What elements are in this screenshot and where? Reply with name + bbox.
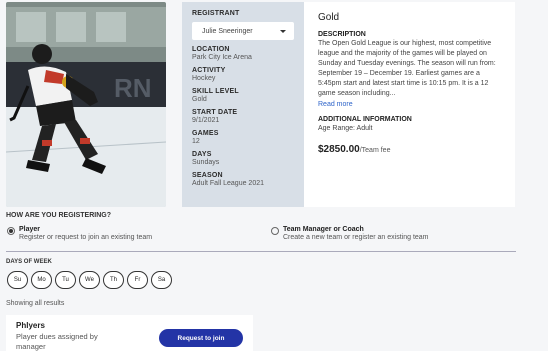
player-option[interactable]: Player Register or request to join an ex…	[7, 226, 152, 241]
manager-option[interactable]: Team Manager or Coach Create a new team …	[271, 226, 429, 241]
days-field: DAYS Sundays	[192, 151, 294, 166]
chevron-down-icon	[280, 29, 286, 33]
registrant-label: REGISTRANT	[192, 10, 240, 17]
price-amount: $2850.00	[318, 144, 360, 155]
manager-option-subtitle: Create a new team or register an existin…	[283, 234, 429, 241]
request-to-join-button[interactable]: Request to join	[159, 329, 243, 347]
days-of-week-filter: Su Mo Tu We Th Fr Sa	[7, 271, 172, 289]
day-wednesday[interactable]: We	[79, 271, 100, 289]
team-dues-detail: Player dues assigned by manager	[16, 332, 98, 351]
player-option-subtitle: Register or request to join an existing …	[19, 234, 153, 241]
games-value: 12	[192, 138, 200, 145]
days-of-week-heading: DAYS OF WEEK	[6, 259, 52, 265]
description-text: The Open Gold League is our highest, mos…	[318, 40, 496, 97]
activity-field: ACTIVITY Hockey	[192, 67, 294, 82]
manager-option-title: Team Manager or Coach	[283, 226, 364, 233]
season-label: SEASON	[192, 172, 223, 179]
skill-level-field: SKILL LEVEL Gold	[192, 88, 294, 103]
day-sunday[interactable]: Su	[7, 271, 28, 289]
days-value: Sundays	[192, 159, 220, 166]
season-value: Adult Fall League 2021	[192, 180, 264, 187]
results-summary: Showing all results	[6, 300, 65, 307]
player-radio[interactable]	[7, 227, 15, 235]
activity-label: ACTIVITY	[192, 67, 226, 74]
league-details-panel: REGISTRANT Julie Sneeringer LOCATION Par…	[182, 2, 304, 207]
start-date-field: START DATE 9/1/2021	[192, 109, 294, 124]
registrant-value: Julie Sneeringer	[202, 27, 253, 35]
registrant-select[interactable]: Julie Sneeringer	[192, 22, 294, 40]
league-title: Gold	[318, 12, 340, 23]
svg-text:RN: RN	[114, 73, 152, 103]
day-friday[interactable]: Fr	[127, 271, 148, 289]
skill-level-value: Gold	[192, 96, 207, 103]
price-suffix: /Team fee	[359, 147, 391, 154]
days-label: DAYS	[192, 151, 212, 158]
team-result-card: Phlyers Player dues assigned by manager …	[6, 315, 253, 351]
location-field: LOCATION Park City Ice Arena	[192, 46, 294, 61]
price: $2850.00/Team fee	[318, 144, 501, 155]
day-tuesday[interactable]: Tu	[55, 271, 76, 289]
skill-level-label: SKILL LEVEL	[192, 88, 239, 95]
start-date-value: 9/1/2021	[192, 117, 220, 124]
day-thursday[interactable]: Th	[103, 271, 124, 289]
activity-value: Hockey	[192, 75, 216, 82]
games-field: GAMES 12	[192, 130, 294, 145]
additional-info-value: Age Range: Adult	[318, 125, 373, 132]
season-field: SEASON Adult Fall League 2021	[192, 172, 294, 187]
player-option-title: Player	[19, 226, 41, 233]
location-value: Park City Ice Arena	[192, 54, 252, 61]
description-label: DESCRIPTION	[318, 31, 366, 38]
games-label: GAMES	[192, 130, 219, 137]
league-photo: RN	[6, 2, 166, 207]
manager-radio[interactable]	[271, 227, 279, 235]
location-label: LOCATION	[192, 46, 230, 53]
additional-info-label: ADDITIONAL INFORMATION	[318, 116, 412, 123]
day-monday[interactable]: Mo	[31, 271, 52, 289]
registration-heading: HOW ARE YOU REGISTERING?	[6, 212, 112, 219]
league-info-panel: Gold DESCRIPTION The Open Gold League is…	[304, 2, 515, 207]
read-more-link[interactable]: Read more	[318, 101, 501, 108]
start-date-label: START DATE	[192, 109, 238, 116]
section-divider	[6, 251, 516, 252]
day-saturday[interactable]: Sa	[151, 271, 172, 289]
